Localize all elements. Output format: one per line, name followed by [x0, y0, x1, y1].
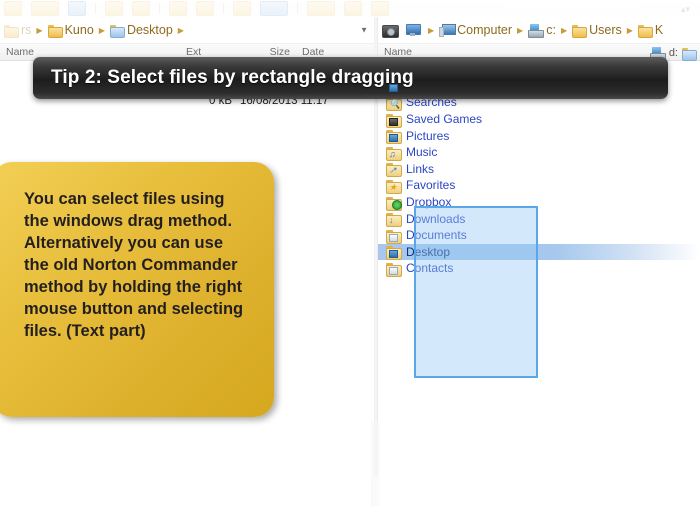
breadcrumb-dropdown-caret-icon[interactable]: ▼	[360, 26, 368, 35]
folder-dropbox-icon	[386, 196, 402, 211]
toolbar-separator	[95, 3, 96, 14]
toolbar-separator-4	[297, 3, 298, 14]
sync-down2-icon[interactable]	[196, 1, 214, 16]
list-item[interactable]: ♫ Music	[378, 144, 700, 161]
folder-icon	[572, 24, 588, 38]
list-item[interactable]: Dropbox	[378, 194, 700, 211]
left-breadcrumb[interactable]: rs ▶ Kuno ▶ Desktop ▶ ▼	[0, 17, 374, 44]
back-icon[interactable]	[4, 1, 22, 16]
drive-button-d[interactable]: d:	[669, 47, 678, 59]
file-name: Links	[406, 161, 435, 176]
compare-icon[interactable]	[105, 1, 123, 16]
chevron-right-icon: ▶	[517, 25, 524, 35]
forward-icon[interactable]	[31, 1, 59, 16]
breadcrumb-item-kuno[interactable]: K	[636, 23, 665, 38]
pack-icon[interactable]	[233, 1, 251, 16]
breadcrumb-item-drive-c[interactable]: c:	[526, 23, 558, 38]
camera-icon	[382, 24, 399, 38]
folder-documents-icon	[386, 229, 402, 244]
list-item[interactable]: Saved Games	[378, 111, 700, 128]
chevron-right-icon: ▶	[428, 25, 435, 35]
list-item[interactable]: ↗ Links	[378, 161, 700, 178]
file-name: Saved Games	[406, 112, 483, 127]
folder-links-icon: ↗	[386, 162, 402, 178]
folder-blue-icon[interactable]	[682, 47, 697, 61]
breadcrumb-item-users[interactable]: Users	[570, 23, 624, 38]
screenshot-root: ▴▾ rs ▶ Kuno ▶ Desktop ▶ ▼ Name Ext Size…	[0, 0, 700, 506]
folder-icon	[4, 24, 19, 38]
folder-icon	[637, 24, 653, 38]
list-item[interactable]: ★ Favorites	[378, 177, 700, 194]
chevron-right-icon: ▶	[36, 25, 43, 35]
chevron-right-icon: ▶	[626, 25, 633, 35]
sync-icon[interactable]	[132, 1, 150, 16]
file-name: Contacts	[406, 261, 454, 276]
hdd-icon	[528, 24, 545, 38]
chevron-right-icon: ▶	[98, 25, 105, 35]
tip-callout-box: You can select files using the windows d…	[0, 162, 274, 417]
chevron-right-icon: ▶	[560, 25, 568, 35]
folder-desktop-icon	[386, 245, 402, 261]
left-panel-empty-area[interactable]	[0, 441, 374, 506]
file-name: Music	[406, 145, 438, 160]
toolbar-separator-3	[223, 3, 224, 14]
breadcrumb-label: Desktop	[126, 23, 173, 37]
breadcrumb-item-camera[interactable]	[380, 24, 403, 38]
breadcrumb-item-desktop-root[interactable]	[403, 24, 425, 36]
move-icon[interactable]	[344, 1, 362, 16]
list-item[interactable]: Pictures	[378, 127, 700, 145]
file-name: Dropbox	[406, 195, 452, 210]
folder-downloads-icon: ↓	[386, 212, 402, 228]
file-name: Downloads	[406, 211, 466, 226]
delete-icon[interactable]	[371, 1, 389, 16]
tip-callout-text: You can select files using the windows d…	[24, 190, 244, 340]
right-breadcrumb[interactable]: ▶ Computer ▶ c: ▶ Users ▶ K	[378, 17, 700, 44]
list-item-selected[interactable]: Desktop	[378, 243, 700, 261]
breadcrumb-item-computer[interactable]: Computer	[437, 23, 514, 37]
folder-favorites-icon: ★	[386, 179, 402, 194]
folder-games-icon	[386, 113, 402, 128]
monitor-icon	[405, 24, 421, 36]
breadcrumb-item-users[interactable]: rs	[2, 23, 33, 38]
breadcrumb-label: rs	[21, 23, 32, 37]
breadcrumb-label: K	[654, 23, 664, 37]
breadcrumb-label: c:	[546, 23, 556, 37]
breadcrumb-label: Users	[589, 23, 622, 37]
folder-blue-icon	[109, 24, 125, 38]
copy-icon[interactable]	[307, 1, 335, 16]
folder-pictures-icon	[386, 129, 402, 145]
folder-music-icon: ♫	[386, 146, 402, 161]
toolbar-spinner-icon[interactable]: ▴▾	[681, 4, 690, 13]
tip-banner-title: Tip 2: Select files by rectangle draggin…	[51, 67, 414, 88]
main-toolbar[interactable]: ▴▾	[0, 0, 700, 17]
folder-contacts-icon	[386, 262, 402, 277]
breadcrumb-label: Kuno	[64, 23, 94, 37]
sync-down-icon[interactable]	[169, 1, 187, 16]
list-item[interactable]: ↓ Downloads	[378, 210, 700, 228]
breadcrumb-label: Computer	[457, 23, 513, 37]
breadcrumb-item-desktop[interactable]: Desktop	[108, 23, 175, 38]
toolbar-separator-2	[159, 3, 160, 14]
pc-icon	[439, 24, 457, 37]
view-icon[interactable]	[68, 1, 86, 16]
chevron-right-icon: ▶	[177, 25, 184, 35]
tip-banner: Tip 2: Select files by rectangle draggin…	[33, 57, 668, 99]
breadcrumb-item-kuno[interactable]: Kuno	[46, 23, 96, 38]
file-name: Documents	[406, 228, 467, 243]
unpack-icon[interactable]	[260, 1, 288, 16]
file-name: Pictures	[406, 128, 450, 143]
file-name: Desktop	[406, 244, 451, 259]
folder-icon	[47, 24, 63, 38]
file-name: Favorites	[406, 178, 456, 193]
list-item[interactable]: Documents	[378, 227, 700, 244]
list-item[interactable]: Contacts	[378, 260, 700, 277]
